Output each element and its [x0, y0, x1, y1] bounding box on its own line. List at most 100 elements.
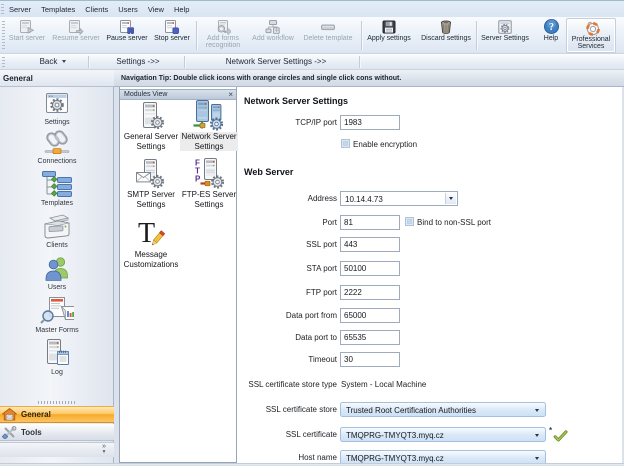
log-icon: [0, 338, 114, 368]
svg-text:?: ?: [549, 22, 554, 33]
stop-server-icon: [151, 18, 193, 35]
menu-bar: Server Templates Clients Users View Help: [0, 0, 624, 17]
sidebar-item-clients-label: Clients: [0, 242, 114, 249]
connections-icon: [0, 130, 114, 157]
breadcrumb-separator: [184, 56, 185, 68]
add-workflow-button[interactable]: Add workflow: [249, 18, 297, 53]
sidebar-group-tools-label: Tools: [21, 428, 42, 437]
sidebar-group-general-label: General: [21, 410, 51, 419]
resume-server-button[interactable]: Resume server: [52, 18, 100, 53]
help-button[interactable]: ? Help: [538, 18, 564, 53]
navigation-tip-bar: Navigation Tip: Double click icons with …: [114, 70, 624, 87]
start-server-icon: [5, 18, 49, 35]
toolbar: Start server Resume server: [0, 17, 624, 54]
sidebar-resize-grip[interactable]: [38, 401, 76, 404]
discard-settings-button[interactable]: Discard settings: [419, 18, 473, 53]
sidebar-header: General: [0, 70, 114, 87]
address-dropdown-button[interactable]: [445, 193, 456, 204]
sidebar-overflow-bar[interactable]: » ▾: [0, 442, 114, 457]
address-label: Address: [243, 194, 337, 203]
sidebar-group-general[interactable]: General: [0, 406, 114, 423]
address-value: 10.14.4.73: [345, 195, 383, 204]
resume-server-icon: [52, 18, 100, 35]
delete-template-button[interactable]: Delete template: [301, 18, 355, 53]
stop-server-button[interactable]: Stop server: [151, 18, 193, 53]
sidebar-item-templates[interactable]: Templates: [0, 170, 114, 207]
ssl-store-dropdown[interactable]: Trusted Root Certification Authorities: [340, 402, 546, 417]
settings-icon: [0, 92, 114, 118]
apply-settings-button[interactable]: Apply settings: [364, 18, 414, 53]
timeout-input[interactable]: [340, 352, 400, 367]
navigation-tip-text: Navigation Tip: Double click icons with …: [121, 75, 401, 82]
add-workflow-label: Add workflow: [249, 36, 297, 43]
sidebar-item-connections[interactable]: Connections: [0, 130, 114, 165]
menu-server[interactable]: Server: [4, 3, 36, 16]
resume-server-label: Resume server: [52, 36, 100, 43]
port-input[interactable]: [340, 215, 400, 230]
start-server-button[interactable]: Start server: [5, 18, 49, 53]
back-dropdown-icon: [62, 60, 66, 63]
breadcrumb-separator: [359, 56, 360, 68]
sidebar-item-log[interactable]: Log: [0, 338, 114, 376]
sidebar-header-title: General: [3, 74, 33, 83]
sidebar-item-settings[interactable]: Settings: [0, 92, 114, 126]
address-combobox[interactable]: 10.14.4.73: [340, 191, 458, 206]
server-settings-button[interactable]: Server Settings: [479, 18, 531, 53]
menu-users[interactable]: Users: [113, 3, 143, 16]
delete-template-icon: [301, 18, 355, 35]
sidebar-item-users[interactable]: Users: [0, 255, 114, 291]
pause-server-button[interactable]: Pause server: [105, 18, 149, 53]
ssl-port-label: SSL port: [243, 240, 337, 249]
professional-services-button[interactable]: Professional Services: [566, 18, 616, 53]
menu-help[interactable]: Help: [169, 3, 194, 16]
tools-icon: [2, 426, 17, 439]
sidebar-item-master-forms[interactable]: Master Forms: [0, 296, 114, 334]
enable-encryption-label: Enable encryption: [353, 140, 417, 149]
breadcrumb-grip[interactable]: [2, 57, 5, 67]
ftp-port-input[interactable]: [340, 285, 400, 300]
bind-non-ssl-label: Bind to non-SSL port: [417, 218, 491, 227]
timeout-label: Timeout: [243, 355, 337, 364]
users-icon: [0, 255, 114, 283]
menu-templates[interactable]: Templates: [36, 3, 80, 16]
home-icon: [2, 408, 17, 421]
menu-clients[interactable]: Clients: [80, 3, 113, 16]
apply-settings-icon: [364, 18, 414, 35]
certificate-valid-check-icon: [553, 429, 569, 443]
enable-encryption-checkbox[interactable]: [341, 139, 350, 148]
breadcrumb-settings-label: Settings ->>: [116, 57, 159, 66]
add-forms-recognition-button[interactable]: Add forms recognition: [200, 18, 246, 53]
settings-form: Network Server Settings TCP/IP port Enab…: [119, 87, 622, 463]
apply-settings-label: Apply settings: [364, 36, 414, 43]
sidebar-group-tools[interactable]: Tools: [0, 424, 114, 441]
required-mark: *: [549, 426, 552, 435]
sidebar-item-log-label: Log: [0, 369, 114, 376]
ssl-certificate-dropdown[interactable]: TMQPRG-TMYQT3.myq.cz: [340, 427, 546, 442]
ssl-port-input[interactable]: [340, 237, 400, 252]
data-port-to-input[interactable]: [340, 330, 400, 345]
breadcrumb-settings[interactable]: Settings ->>: [92, 54, 184, 69]
professional-services-label: Professional Services: [567, 37, 615, 51]
pause-server-label: Pause server: [105, 36, 149, 43]
tcpip-port-input[interactable]: [340, 115, 400, 130]
application-window: Server Templates Clients Users View Help…: [0, 0, 624, 466]
web-server-title: Web Server: [244, 167, 293, 177]
sidebar-item-clients[interactable]: Clients: [0, 212, 114, 249]
ssl-store-value: Trusted Root Certification Authorities: [346, 406, 476, 415]
discard-settings-icon: [419, 18, 473, 35]
sidebar-item-connections-label: Connections: [0, 158, 114, 165]
header-row: General Navigation Tip: Double click ico…: [0, 70, 624, 87]
bind-non-ssl-checkbox[interactable]: [405, 217, 414, 226]
host-name-value: TMQPRG-TMYQT3.myq.cz: [346, 454, 444, 463]
toolbar-separator: [196, 21, 197, 50]
toolbar-separator: [476, 21, 477, 50]
breadcrumb-network-server-settings[interactable]: Network Server Settings ->>: [192, 54, 360, 69]
data-port-from-input[interactable]: [340, 308, 400, 323]
sidebar-item-users-label: Users: [0, 284, 114, 291]
sta-port-label: STA port: [243, 264, 337, 273]
professional-services-icon: [567, 19, 615, 36]
ssl-store-label: SSL certificate store: [243, 405, 337, 414]
sta-port-input[interactable]: [340, 261, 400, 276]
menu-view[interactable]: View: [143, 3, 169, 16]
back-button[interactable]: Back: [24, 54, 82, 69]
